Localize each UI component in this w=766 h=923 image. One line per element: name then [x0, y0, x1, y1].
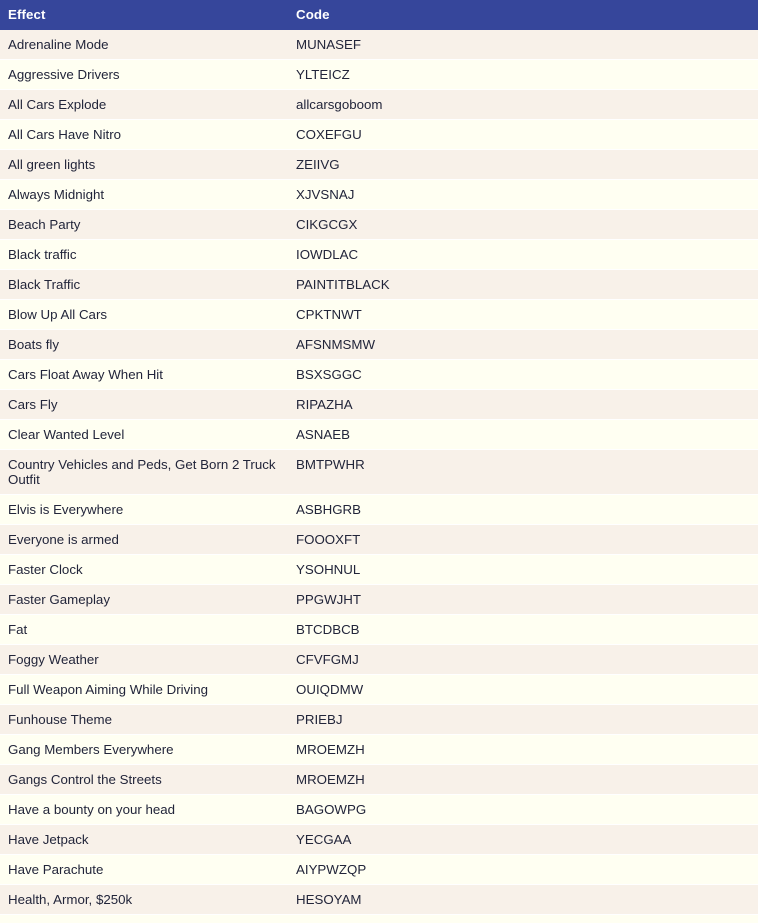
- table-row[interactable]: Gangs Control the Streets MROEMZH: [0, 764, 758, 795]
- table-row[interactable]: Funhouse Theme PRIEBJ: [0, 704, 758, 735]
- cell-code: BMTPWHR: [288, 449, 758, 495]
- cell-code: RIPAZHA: [288, 389, 758, 420]
- table-header: Effect Code: [0, 0, 758, 30]
- cell-effect: Faster Gameplay: [0, 584, 288, 615]
- table-row[interactable]: All green lights ZEIIVG: [0, 149, 758, 180]
- cell-code: BSXSGGC: [288, 359, 758, 390]
- cell-effect: Hitman In All Weapon Stats: [0, 914, 288, 923]
- cell-code: CPKTNWT: [288, 299, 758, 330]
- cell-code: PPGWJHT: [288, 584, 758, 615]
- table-row[interactable]: Elvis is Everywhere ASBHGRB: [0, 494, 758, 525]
- cell-effect: Health, Armor, $250k: [0, 884, 288, 915]
- table-body: Adrenaline Mode MUNASEF Aggressive Drivers…: [0, 30, 758, 923]
- table-row[interactable]: Boats fly AFSNMSMW: [0, 329, 758, 360]
- cell-code: PRIEBJ: [288, 704, 758, 735]
- cell-effect: Beach Party: [0, 209, 288, 240]
- cell-code: CFVFGMJ: [288, 644, 758, 675]
- cell-effect: Always Midnight: [0, 179, 288, 210]
- table-row[interactable]: Hitman In All Weapon StatsNCSGDAG: [0, 914, 758, 923]
- table-row[interactable]: Faster Gameplay PPGWJHT: [0, 584, 758, 615]
- table-row[interactable]: Foggy Weather CFVFGMJ: [0, 644, 758, 675]
- table-row[interactable]: Aggressive Drivers YLTEICZ: [0, 59, 758, 90]
- cell-code: COXEFGU: [288, 119, 758, 150]
- cell-code: YLTEICZ: [288, 59, 758, 90]
- cell-effect: Everyone is armed: [0, 524, 288, 555]
- table-row[interactable]: Always Midnight XJVSNAJ: [0, 179, 758, 210]
- cell-code: ASNAEB: [288, 419, 758, 450]
- cell-code: BAGOWPG: [288, 794, 758, 825]
- table-row[interactable]: Cars Float Away When Hit BSXSGGC: [0, 359, 758, 390]
- table-row[interactable]: Have a bounty on your head BAGOWPG: [0, 794, 758, 825]
- cell-code: ZEIIVG: [288, 149, 758, 180]
- table-row[interactable]: Everyone is armed FOOOXFT: [0, 524, 758, 555]
- cell-effect: Black traffic: [0, 239, 288, 270]
- cell-effect: Aggressive Drivers: [0, 59, 288, 90]
- table-row[interactable]: Blow Up All Cars CPKTNWT: [0, 299, 758, 330]
- cell-effect: Gangs Control the Streets: [0, 764, 288, 795]
- cell-effect: All Cars Have Nitro: [0, 119, 288, 150]
- column-header-code[interactable]: Code: [288, 0, 758, 30]
- cell-code: IOWDLAC: [288, 239, 758, 270]
- cell-effect: Cars Fly: [0, 389, 288, 420]
- table-row[interactable]: All Cars Have Nitro COXEFGU: [0, 119, 758, 150]
- cell-effect: Adrenaline Mode: [0, 30, 288, 60]
- table-row[interactable]: Adrenaline Mode MUNASEF: [0, 30, 758, 60]
- cell-effect: Have a bounty on your head: [0, 794, 288, 825]
- cell-effect: Have Jetpack: [0, 824, 288, 855]
- cell-effect: Have Parachute: [0, 854, 288, 885]
- cell-code: MROEMZH: [288, 734, 758, 765]
- table-row[interactable]: Fat BTCDBCB: [0, 614, 758, 645]
- cell-effect: Full Weapon Aiming While Driving: [0, 674, 288, 705]
- table-row[interactable]: Black traffic IOWDLAC: [0, 239, 758, 270]
- table-row[interactable]: Have Jetpack YECGAA: [0, 824, 758, 855]
- cell-effect: All green lights: [0, 149, 288, 180]
- cell-effect: All Cars Explode: [0, 89, 288, 120]
- cell-effect: Black Traffic: [0, 269, 288, 300]
- cell-code: OUIQDMW: [288, 674, 758, 705]
- table-row[interactable]: Faster Clock YSOHNUL: [0, 554, 758, 585]
- cell-code: HESOYAM: [288, 884, 758, 915]
- table-row[interactable]: Have Parachute AIYPWZQP: [0, 854, 758, 885]
- cell-code: allcarsgoboom: [288, 89, 758, 120]
- cell-effect: Faster Clock: [0, 554, 288, 585]
- cell-code: ASBHGRB: [288, 494, 758, 525]
- cell-effect: Boats fly: [0, 329, 288, 360]
- cell-code: NCSGDAG: [288, 914, 758, 923]
- cell-code: AFSNMSMW: [288, 329, 758, 360]
- cell-code: FOOOXFT: [288, 524, 758, 555]
- table-header-row: Effect Code: [0, 0, 758, 30]
- cell-code: BTCDBCB: [288, 614, 758, 645]
- cheat-codes-table-container: Effect Code Adrenaline Mode MUNASEF Aggres…: [0, 0, 766, 923]
- cell-code: MROEMZH: [288, 764, 758, 795]
- table-row[interactable]: Gang Members Everywhere MROEMZH: [0, 734, 758, 765]
- table-row[interactable]: Black Traffic PAINTITBLACK: [0, 269, 758, 300]
- cell-code: MUNASEF: [288, 30, 758, 60]
- cell-code: CIKGCGX: [288, 209, 758, 240]
- table-row[interactable]: Country Vehicles and Peds, Get Born 2 Tr…: [0, 449, 758, 495]
- cell-code: YSOHNUL: [288, 554, 758, 585]
- cell-effect: Foggy Weather: [0, 644, 288, 675]
- cell-effect: Funhouse Theme: [0, 704, 288, 735]
- table-row[interactable]: Beach Party CIKGCGX: [0, 209, 758, 240]
- table-row[interactable]: Clear Wanted Level ASNAEB: [0, 419, 758, 450]
- cell-effect: Country Vehicles and Peds, Get Born 2 Tr…: [0, 449, 288, 495]
- cheat-codes-table: Effect Code Adrenaline Mode MUNASEF Aggres…: [0, 0, 758, 923]
- table-row[interactable]: Health, Armor, $250k HESOYAM: [0, 884, 758, 915]
- table-row[interactable]: Full Weapon Aiming While Driving OUIQDMW: [0, 674, 758, 705]
- cell-effect: Blow Up All Cars: [0, 299, 288, 330]
- cell-code: AIYPWZQP: [288, 854, 758, 885]
- cell-effect: Clear Wanted Level: [0, 419, 288, 450]
- cell-effect: Cars Float Away When Hit: [0, 359, 288, 390]
- column-header-effect[interactable]: Effect: [0, 0, 288, 30]
- cell-effect: Fat: [0, 614, 288, 645]
- table-row[interactable]: All Cars Explode allcarsgoboom: [0, 89, 758, 120]
- table-row[interactable]: Cars Fly RIPAZHA: [0, 389, 758, 420]
- cell-code: PAINTITBLACK: [288, 269, 758, 300]
- cell-code: XJVSNAJ: [288, 179, 758, 210]
- cell-code: YECGAA: [288, 824, 758, 855]
- cell-effect: Gang Members Everywhere: [0, 734, 288, 765]
- cell-effect: Elvis is Everywhere: [0, 494, 288, 525]
